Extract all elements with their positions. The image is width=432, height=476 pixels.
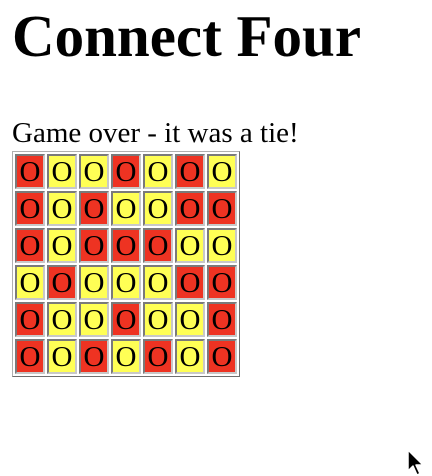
game-board: OOOOOOOOOOOOOOOOOOOOOOOOOOOOOOOOOOOOOOOO… (12, 151, 240, 377)
board-cell[interactable]: O (47, 302, 77, 337)
board-row: OOOOOOO (15, 302, 237, 337)
board-cell[interactable]: O (175, 302, 205, 337)
board-cell[interactable]: O (15, 154, 45, 189)
board-cell[interactable]: O (207, 191, 237, 226)
board-cell[interactable]: O (15, 265, 45, 300)
board-cell[interactable]: O (47, 154, 77, 189)
board-cell[interactable]: O (175, 154, 205, 189)
board-cell[interactable]: O (175, 191, 205, 226)
board-cell[interactable]: O (175, 339, 205, 374)
board-cell[interactable]: O (111, 265, 141, 300)
board-cell[interactable]: O (15, 228, 45, 263)
board-cell[interactable]: O (143, 228, 173, 263)
board-cell[interactable]: O (15, 191, 45, 226)
game-status: Game over - it was a tie! (12, 117, 299, 149)
board-cell[interactable]: O (111, 191, 141, 226)
board-cell[interactable]: O (79, 265, 109, 300)
board-cell[interactable]: O (175, 265, 205, 300)
board-cell[interactable]: O (79, 302, 109, 337)
board-cell[interactable]: O (175, 228, 205, 263)
board-cell[interactable]: O (207, 339, 237, 374)
board-cell[interactable]: O (111, 154, 141, 189)
board-cell[interactable]: O (47, 265, 77, 300)
board-cell[interactable]: O (143, 339, 173, 374)
board-row: OOOOOOO (15, 191, 237, 226)
board-cell[interactable]: O (15, 302, 45, 337)
board-row: OOOOOOO (15, 154, 237, 189)
board-cell[interactable]: O (79, 154, 109, 189)
board-cell[interactable]: O (79, 228, 109, 263)
board-cell[interactable]: O (47, 191, 77, 226)
board-cell[interactable]: O (207, 302, 237, 337)
board-cell[interactable]: O (79, 339, 109, 374)
board-row: OOOOOOO (15, 228, 237, 263)
board-cell[interactable]: O (207, 154, 237, 189)
board-cell[interactable]: O (143, 302, 173, 337)
board-cell[interactable]: O (111, 228, 141, 263)
board-cell[interactable]: O (47, 228, 77, 263)
board-cell[interactable]: O (79, 191, 109, 226)
board-cell[interactable]: O (143, 191, 173, 226)
board-cell[interactable]: O (111, 339, 141, 374)
board-cell[interactable]: O (143, 154, 173, 189)
board-cell[interactable]: O (207, 228, 237, 263)
page: Connect Four Game over - it was a tie! O… (0, 0, 432, 476)
board-cell[interactable]: O (15, 339, 45, 374)
board-cell[interactable]: O (143, 265, 173, 300)
board-cell[interactable]: O (47, 339, 77, 374)
board-cell[interactable]: O (111, 302, 141, 337)
arrow-cursor-icon (407, 449, 424, 476)
board-row: OOOOOOO (15, 265, 237, 300)
board-row: OOOOOOO (15, 339, 237, 374)
board-cell[interactable]: O (207, 265, 237, 300)
page-title: Connect Four (12, 3, 362, 69)
